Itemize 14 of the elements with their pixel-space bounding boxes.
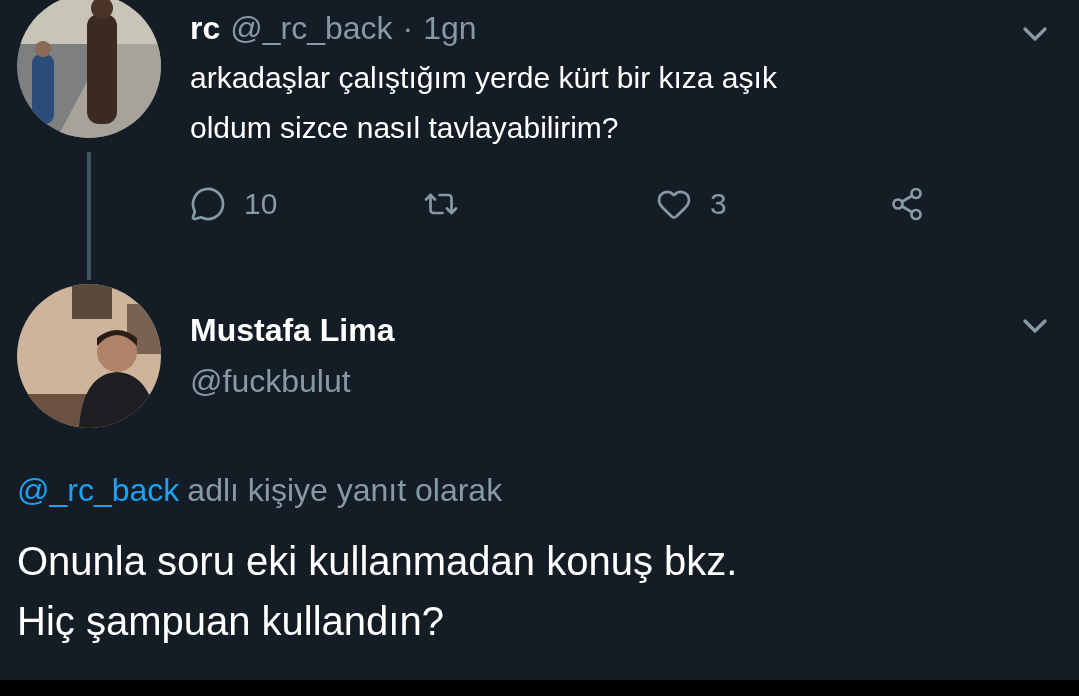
speech-bubble-icon[interactable]: [190, 186, 226, 222]
like-count: 3: [710, 187, 727, 221]
mention-link[interactable]: @_rc_back: [17, 472, 180, 509]
tweet-time: 1gn: [423, 10, 477, 47]
user-handle: @fuckbulut: [190, 363, 351, 400]
separator: ·: [402, 10, 414, 47]
user-name: rc: [190, 10, 221, 47]
user-name: Mustafa Lima: [190, 312, 395, 349]
tweet-text: arkadaşlar çalıştığım yerde kürt bir kıza aşık oldum sizce nasıl tavlayabilirim?: [190, 60, 778, 146]
replying-to-label: adlı kişiye yanıt olarak: [187, 472, 503, 509]
reply-count: 10: [244, 187, 278, 221]
reply-text: Onunla soru eki kullanmadan konuş bkz. Hiç şampuan kullandın?: [17, 538, 739, 645]
user-handle: @_rc_back: [230, 10, 393, 47]
share-icon[interactable]: [889, 186, 925, 222]
